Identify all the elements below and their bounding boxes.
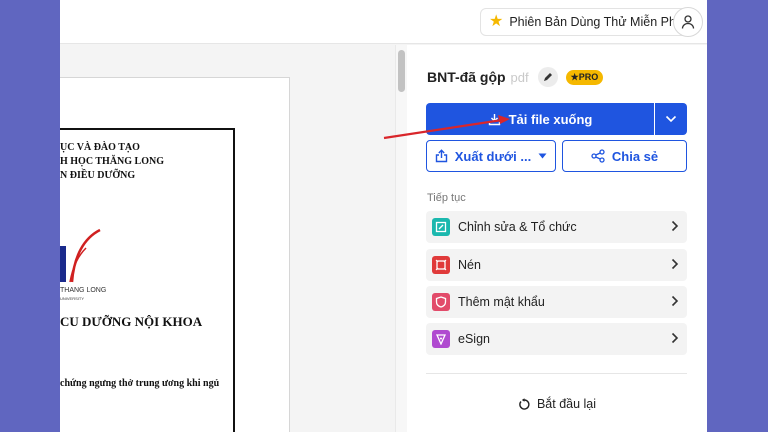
restart-button[interactable]: Bắt đầu lại (407, 397, 707, 411)
scrollbar-thumb[interactable] (398, 50, 405, 92)
chevron-right-icon (671, 220, 679, 232)
pro-badge: ★PRO (565, 69, 604, 85)
export-button[interactable]: Xuất dưới ... (426, 140, 556, 172)
download-label: Tải file xuống (508, 111, 593, 127)
compress-label: Nén (458, 258, 481, 272)
shield-icon (432, 293, 450, 311)
free-trial-label: Phiên Bản Dùng Thử Miễn Phí (509, 15, 680, 29)
esign-label: eSign (458, 332, 490, 346)
pro-badge-label: PRO (578, 71, 599, 82)
restart-label: Bắt đầu lại (536, 397, 597, 411)
add-password-action[interactable]: Thêm mật khẩu (426, 286, 687, 318)
doc-line-subject: CU DƯỠNG NỘI KHOA (60, 314, 203, 329)
document-page: ỤC VÀ ĐÀO TẠO H HỌC THĂNG LONG N ĐIỀU DƯ… (60, 77, 290, 432)
chevron-right-icon (671, 258, 679, 270)
file-actions-panel: BNT-đã gộp pdf ★PRO Tải file xuống Xuất … (407, 45, 707, 432)
rename-button[interactable] (537, 67, 558, 87)
share-icon (591, 149, 605, 163)
download-options-button[interactable] (655, 103, 687, 135)
chevron-right-icon (671, 332, 679, 344)
doc-line-ministry: ỤC VÀ ĐÀO TẠO (60, 142, 140, 153)
chevron-right-icon (671, 295, 679, 307)
file-title: BNT-đã gộp pdf ★PRO (427, 67, 604, 87)
star-icon: ★ (489, 13, 504, 30)
university-logo: THANG LONG UNIVERSITY (60, 228, 106, 301)
user-account-button[interactable] (673, 7, 703, 37)
compress-icon (432, 256, 450, 274)
user-icon (681, 15, 695, 29)
esign-action[interactable]: eSign (426, 323, 687, 355)
file-extension: pdf (510, 69, 529, 85)
pen-nib-icon (432, 330, 450, 348)
logo-subtext: UNIVERSITY (60, 296, 84, 301)
refresh-icon (519, 397, 530, 410)
chevron-down-icon (665, 115, 677, 123)
scrollbar-track[interactable] (395, 45, 407, 432)
continue-section-label: Tiếp tục (427, 192, 466, 204)
doc-line-department: N ĐIỀU DƯỠNG (60, 170, 136, 181)
doc-line-topic: chứng ngưng thở trung ương khi ngủ (60, 378, 220, 389)
divider (426, 373, 687, 374)
doc-line-university: H HỌC THĂNG LONG (60, 156, 164, 167)
edit-organize-icon (432, 218, 450, 236)
share-label: Chia sẻ (611, 148, 659, 164)
annotation-arrow (383, 115, 510, 140)
app-window: ★ Phiên Bản Dùng Thử Miễn Phí ỤC VÀ ĐÀO … (60, 0, 707, 432)
top-bar: ★ Phiên Bản Dùng Thử Miễn Phí (60, 0, 707, 44)
compress-action[interactable]: Nén (426, 249, 687, 281)
edit-organize-action[interactable]: Chỉnh sửa & Tổ chức (426, 211, 687, 243)
caret-down-icon (538, 153, 547, 159)
edit-organize-label: Chỉnh sửa & Tổ chức (458, 220, 577, 234)
document-viewer[interactable]: ỤC VÀ ĐÀO TẠO H HỌC THĂNG LONG N ĐIỀU DƯ… (60, 45, 405, 432)
export-icon (435, 149, 447, 163)
logo-text: THANG LONG (60, 287, 106, 294)
file-name: BNT-đã gộp (427, 69, 506, 85)
pencil-icon (543, 73, 552, 81)
free-trial-button[interactable]: ★ Phiên Bản Dùng Thử Miễn Phí (480, 8, 691, 36)
add-password-label: Thêm mật khẩu (458, 295, 545, 309)
share-button[interactable]: Chia sẻ (562, 140, 687, 172)
export-label: Xuất dưới ... (454, 148, 532, 164)
